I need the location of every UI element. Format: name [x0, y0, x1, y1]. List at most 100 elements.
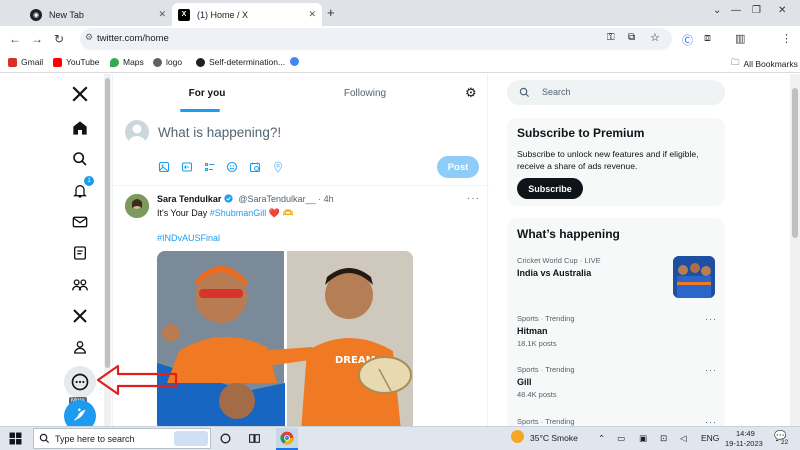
- site-info-icon[interactable]: ⚙: [85, 32, 93, 43]
- trend-item[interactable]: Sports · Trending Hitman 18.1K posts ···: [517, 314, 717, 348]
- trend-post-count: 48.4K posts: [517, 390, 557, 399]
- search-icon: [39, 433, 50, 444]
- minimize-icon[interactable]: —: [731, 5, 741, 16]
- bookmark-maps[interactable]: Maps: [110, 57, 144, 67]
- tab-search-chevron-icon[interactable]: ⌄: [713, 5, 721, 16]
- address-bar[interactable]: ⚙ twitter.com/home ⚿ ⧉ ☆: [80, 28, 672, 50]
- page-scrollbar[interactable]: [790, 74, 800, 426]
- bookmark-youtube[interactable]: YouTube: [53, 57, 99, 67]
- clock-time[interactable]: 14:49: [736, 429, 755, 438]
- explore-search-icon[interactable]: [68, 147, 92, 171]
- weather-sun-icon[interactable]: [511, 430, 524, 443]
- install-app-icon[interactable]: ⧉: [628, 32, 635, 43]
- subscribe-button[interactable]: Subscribe: [517, 178, 583, 199]
- more-button[interactable]: [64, 366, 96, 398]
- close-tab-icon[interactable]: ✕: [308, 9, 316, 20]
- search-box[interactable]: Search: [507, 80, 725, 105]
- tweet-author-avatar[interactable]: [125, 194, 149, 218]
- trend-more-options-icon[interactable]: ···: [705, 417, 717, 426]
- bookmark-gmail[interactable]: Gmail: [8, 57, 43, 67]
- gif-icon[interactable]: [181, 161, 193, 173]
- all-bookmarks-folder[interactable]: 🗀 All Bookmarks: [731, 57, 798, 71]
- language-indicator[interactable]: ENG: [701, 433, 719, 443]
- youtube-icon: [53, 57, 62, 67]
- user-avatar[interactable]: [125, 120, 149, 144]
- notifications-bell-icon[interactable]: 1: [68, 176, 94, 203]
- side-panel-icon[interactable]: ▥: [735, 32, 745, 45]
- trend-thumbnail-image[interactable]: [673, 256, 715, 298]
- bookmark-label: logo: [166, 57, 183, 67]
- taskbar-search-input[interactable]: Type here to search: [55, 434, 135, 444]
- restore-icon[interactable]: ❐: [752, 5, 761, 16]
- tab-following[interactable]: Following: [271, 74, 459, 112]
- clock-date[interactable]: 19-11-2023: [725, 439, 763, 448]
- cortana-circle-icon[interactable]: [219, 432, 232, 445]
- compose-input[interactable]: What is happening?!: [158, 125, 281, 140]
- schedule-icon[interactable]: [249, 161, 261, 173]
- location-pin-icon[interactable]: [272, 161, 284, 173]
- trend-item[interactable]: Sports · Trending Gill 48.4K posts ···: [517, 365, 717, 399]
- show-hidden-icons-icon[interactable]: ⌃: [598, 433, 605, 444]
- tray-app-icon[interactable]: ▣: [639, 433, 647, 444]
- lists-icon[interactable]: [68, 241, 92, 265]
- close-tab-icon[interactable]: ✕: [158, 9, 166, 20]
- poll-icon[interactable]: [204, 161, 216, 173]
- left-scrollbar-thumb[interactable]: [105, 78, 110, 368]
- forward-arrow-icon[interactable]: →: [31, 32, 43, 46]
- back-arrow-icon[interactable]: ←: [9, 32, 21, 46]
- taskbar-search-box[interactable]: Type here to search: [33, 428, 211, 449]
- messages-envelope-icon[interactable]: [68, 210, 92, 234]
- emoji-icon[interactable]: [226, 161, 238, 173]
- premium-card: Subscribe to Premium Subscribe to unlock…: [507, 118, 725, 206]
- premium-x-icon[interactable]: [68, 304, 92, 328]
- post-compose-button[interactable]: [64, 400, 96, 426]
- trend-name: Gill: [517, 377, 532, 387]
- trend-more-options-icon[interactable]: ···: [705, 365, 717, 375]
- tweet-header: Sara Tendulkar @SaraTendulkar__ · 4h: [157, 194, 334, 204]
- weather-text[interactable]: 35°C Smoke: [530, 433, 578, 443]
- task-view-icon[interactable]: [248, 432, 261, 445]
- taskbar-chrome-button[interactable]: [276, 428, 298, 450]
- tweet-media-image[interactable]: DREAM: [157, 251, 413, 426]
- tweet-more-options-icon[interactable]: ···: [467, 193, 480, 204]
- notification-center-count: 22: [781, 439, 789, 446]
- tweet-text: It's Your Day #ShubmanGill ❤️ 🫶: [157, 208, 294, 219]
- search-icon: [519, 87, 530, 98]
- home-icon[interactable]: [68, 116, 92, 140]
- trend-context: Sports · Trending: [517, 314, 575, 323]
- trend-item[interactable]: Sports · Trending ···: [517, 417, 717, 426]
- tab-x-home[interactable]: X (1) Home / X ✕: [172, 3, 322, 26]
- search-input[interactable]: Search: [542, 87, 571, 97]
- tweet-handle-time[interactable]: @SaraTendulkar__ · 4h: [238, 194, 333, 204]
- volume-icon[interactable]: ◁: [680, 433, 687, 444]
- extensions-puzzle-icon[interactable]: ⧈: [704, 32, 711, 45]
- bookmark-wordpress[interactable]: [290, 57, 303, 66]
- tray-app-icon[interactable]: ⊡: [660, 433, 667, 444]
- x-logo-icon[interactable]: [68, 82, 92, 106]
- new-tab-plus-icon[interactable]: +: [327, 5, 335, 20]
- bookmark-self-determination[interactable]: Self-determination...: [196, 57, 285, 67]
- bookmark-logo[interactable]: logo: [153, 57, 182, 67]
- tweet-author-name[interactable]: Sara Tendulkar: [157, 194, 221, 204]
- password-key-icon[interactable]: ⚿: [607, 32, 615, 43]
- profile-person-icon[interactable]: [68, 335, 92, 359]
- tweet-hashtag-link[interactable]: #ShubmanGill: [210, 208, 267, 218]
- timeline-settings-gear-icon[interactable]: ⚙: [465, 85, 477, 101]
- kebab-menu-icon[interactable]: ⋮: [781, 32, 792, 45]
- media-image-icon[interactable]: [158, 161, 170, 173]
- verified-badge-icon: [224, 194, 233, 203]
- tweet-hashtag-link[interactable]: #INDvAUSFinal: [157, 233, 220, 243]
- bookmark-label: Gmail: [21, 57, 44, 67]
- tray-app-icon[interactable]: ▭: [617, 433, 625, 444]
- reload-icon[interactable]: ↻: [54, 32, 64, 46]
- tab-new-tab[interactable]: ◉ New Tab ✕: [24, 3, 172, 26]
- url-text[interactable]: twitter.com/home: [97, 33, 169, 44]
- communities-icon[interactable]: [68, 273, 92, 297]
- post-button[interactable]: Post: [437, 156, 479, 178]
- windows-start-icon[interactable]: [9, 432, 22, 445]
- trend-more-options-icon[interactable]: ···: [705, 314, 717, 324]
- page-scrollbar-thumb[interactable]: [792, 88, 798, 238]
- extension-c-icon[interactable]: Ⓒ: [682, 32, 693, 48]
- window-close-icon[interactable]: ✕: [778, 5, 786, 16]
- bookmark-star-icon[interactable]: ☆: [650, 31, 660, 44]
